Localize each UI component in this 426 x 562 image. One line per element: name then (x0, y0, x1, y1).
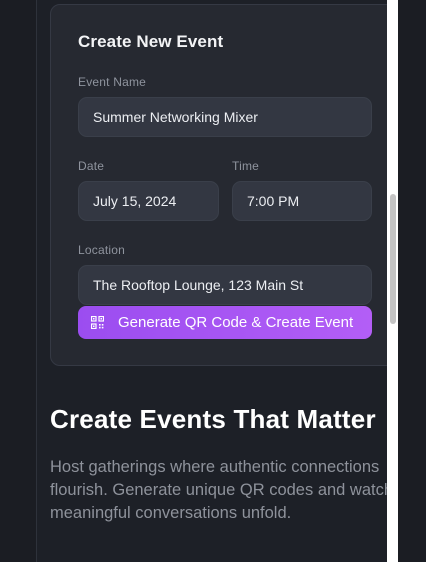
qr-code-icon (91, 316, 104, 329)
location-input[interactable]: The Rooftop Lounge, 123 Main St (78, 265, 372, 305)
generate-qr-create-event-button[interactable]: Generate QR Code & Create Event (78, 306, 372, 339)
generate-qr-create-event-label: Generate QR Code & Create Event (118, 314, 354, 331)
right-edge-background (398, 0, 426, 562)
time-input[interactable]: 7:00 PM (232, 181, 372, 221)
scrollbar-thumb[interactable] (390, 194, 396, 324)
hero-description: Host gatherings where authentic connecti… (50, 458, 394, 522)
date-label: Date (78, 159, 105, 173)
location-label: Location (78, 243, 125, 257)
event-name-label: Event Name (78, 75, 147, 89)
event-name-input[interactable]: Summer Networking Mixer (78, 97, 372, 137)
time-label: Time (232, 159, 260, 173)
app-viewport: Create New Event Event Name Summer Netwo… (0, 0, 426, 562)
card-title: Create New Event (78, 32, 224, 51)
hero-title: Create Events That Matter (50, 404, 376, 434)
date-input[interactable]: July 15, 2024 (78, 181, 219, 221)
